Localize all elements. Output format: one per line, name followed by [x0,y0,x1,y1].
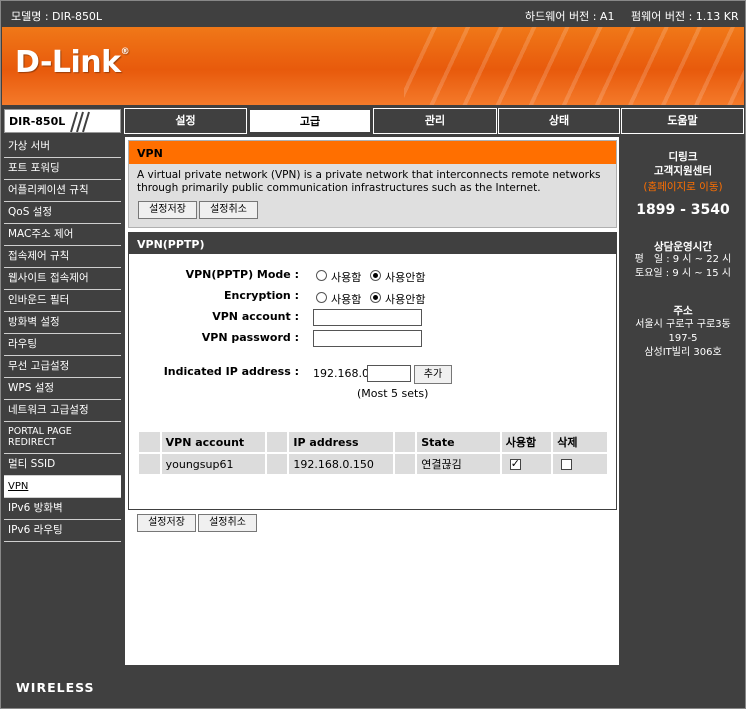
pptp-section-title: VPN(PPTP) [129,233,616,254]
delete-checkbox[interactable] [561,459,573,470]
encryption-disable-radio[interactable] [370,292,381,303]
pptp-mode-enable-label: 사용함 [331,271,362,284]
table-header-account: VPN account [161,432,265,452]
indicated-ip-label: Indicated IP address : [163,365,299,378]
main-content: VPN A virtual private network (VPN) is a… [124,136,620,666]
address-line3: 삼성IT빌리 306호 [644,347,722,358]
cancel-settings-button-top[interactable]: 설정취소 [199,201,258,219]
wireless-logo: WIRELESS [16,680,95,695]
sidebar-item-mac-filter[interactable]: MAC주소 제어 [4,224,121,246]
table-row: youngsup61 192.168.0.150 연결끊김 [139,454,607,474]
sidebar-item-ipv6-firewall[interactable]: IPv6 방화벽 [4,498,121,520]
hours-title: 상담운영시간 [654,241,712,253]
support-title-line1: 디링크 [668,151,698,163]
sidebar-item-port-forwarding[interactable]: 포트 포워딩 [4,158,121,180]
vpn-description: A virtual private network (VPN) is a pri… [137,169,601,194]
save-settings-button-top[interactable]: 설정저장 [138,201,197,219]
table-header-row: VPN account IP address State 사용함 삭제 [139,432,607,452]
hardware-version-label: 하드웨어 버전 : A1 [525,10,615,23]
sidebar-item-qos[interactable]: QoS 설정 [4,202,121,224]
table-cell-spacer [139,454,160,474]
ip-suffix-input[interactable] [367,365,411,382]
pptp-mode-enable-radio[interactable] [316,270,327,281]
dlink-logo: D-Link® [15,45,130,80]
table-cell-state: 연결끊김 [417,454,500,474]
ip-prefix-label: 192.168.0. [313,367,373,380]
table-cell-spacer [266,454,288,474]
save-settings-button-bottom[interactable]: 설정저장 [137,514,196,532]
tab-setup[interactable]: 설정 [124,108,247,134]
table-cell-delete [553,454,607,474]
table-header-delete: 삭제 [553,432,607,452]
footer-bar: WIRELESS [2,668,744,708]
hours-saturday: 토요일 : 9 시 ~ 15 시 [635,268,731,279]
pptp-mode-disable-radio[interactable] [370,270,381,281]
address-line2: 197-5 [668,333,698,344]
table-header-ip: IP address [289,432,393,452]
address-line1: 서울시 구로구 구로3동 [635,319,731,330]
table-header-state: State [417,432,500,452]
sidebar-item-virtual-server[interactable]: 가상 서버 [4,136,121,158]
encryption-label: Encryption : [224,289,299,302]
vpn-pptp-section: VPN(PPTP) VPN(PPTP) Mode : 사용함 사용안함 Encr… [128,232,617,510]
hours-weekday: 평 일 : 9 시 ~ 22 시 [634,254,732,265]
vpn-info-section: VPN A virtual private network (VPN) is a… [128,140,617,228]
router-admin-page: 모델명 : DIR-850L 하드웨어 버전 : A1 펌웨어 버전 : 1.1… [0,0,746,709]
model-name-label: 모델명 : DIR-850L [11,10,103,23]
vpn-account-input[interactable] [313,309,422,326]
vpn-section-title: VPN [129,141,616,164]
sidebar-item-ipv6-routing[interactable]: IPv6 라우팅 [4,520,121,542]
table-cell-ip: 192.168.0.150 [289,454,393,474]
sidebar-item-portal-page-redirect[interactable]: PORTAL PAGE REDIRECT [4,422,121,454]
vpn-password-input[interactable] [313,330,422,347]
vpn-password-label: VPN password : [201,331,299,344]
cancel-settings-button-bottom[interactable]: 설정취소 [198,514,257,532]
enabled-checkbox[interactable] [509,457,521,470]
sidebar-item-application-rules[interactable]: 어플리케이션 규칙 [4,180,121,202]
sidebar-item-wps[interactable]: WPS 설정 [4,378,121,400]
top-info-bar: 모델명 : DIR-850L 하드웨어 버전 : A1 펌웨어 버전 : 1.1… [1,1,745,27]
address-detail: 서울시 구로구 구로3동 197-5 삼성IT빌리 306호 [622,318,744,360]
banner-stripes [404,27,744,105]
tab-status[interactable]: 상태 [498,108,620,134]
tab-help[interactable]: 도움말 [621,108,744,134]
table-cell-enabled [501,454,552,474]
table-header-spacer [139,432,160,452]
support-phone: 1899 - 3540 [636,202,730,218]
vpn-accounts-table: VPN account IP address State 사용함 삭제 youn… [137,430,609,476]
hours-detail: 평 일 : 9 시 ~ 22 시 토요일 : 9 시 ~ 15 시 [622,253,744,281]
sidebar-item-network-advanced[interactable]: 네트워크 고급설정 [4,400,121,422]
encryption-enable-label: 사용함 [331,293,362,306]
address-title: 주소 [673,305,693,317]
tab-management[interactable]: 관리 [373,108,497,134]
sidebar-menu: 가상 서버 포트 포워딩 어플리케이션 규칙 QoS 설정 MAC주소 제어 접… [4,136,122,666]
sidebar-item-multi-ssid[interactable]: 멀티 SSID [4,454,121,476]
table-cell-account: youngsup61 [161,454,265,474]
firmware-version-label: 펌웨어 버전 : 1.13 KR [631,10,739,23]
encryption-disable-label: 사용안함 [385,293,426,306]
pptp-mode-disable-label: 사용안함 [385,271,426,284]
tab-advanced[interactable]: 고급 [248,108,372,134]
sidebar-item-access-control[interactable]: 접속제어 규칙 [4,246,121,268]
table-header-spacer [394,432,416,452]
support-title: 디링크 고객지원센터 [622,150,744,178]
main-navigation: DIR-850L 설정 고급 관리 상태 도움말 [2,108,744,134]
sidebar-item-vpn[interactable]: VPN [4,476,121,498]
table-cell-spacer [394,454,416,474]
header-banner: D-Link® [2,27,744,105]
support-panel: 디링크 고객지원센터 (홈페이지로 이동) 1899 - 3540 상담운영시간… [622,136,744,666]
table-header-spacer [266,432,288,452]
table-header-enabled: 사용함 [501,432,552,452]
vpn-account-label: VPN account : [212,310,299,323]
support-title-line2: 고객지원센터 [654,165,712,177]
add-ip-button[interactable]: 추가 [414,365,452,384]
max-sets-note: (Most 5 sets) [357,387,429,400]
homepage-link[interactable]: (홈페이지로 이동) [622,179,744,194]
slash-decoration-icon [70,111,90,133]
model-tag-label: DIR-850L [9,115,66,128]
encryption-enable-radio[interactable] [316,292,327,303]
model-tag: DIR-850L [4,109,121,133]
pptp-mode-label: VPN(PPTP) Mode : [185,268,299,281]
